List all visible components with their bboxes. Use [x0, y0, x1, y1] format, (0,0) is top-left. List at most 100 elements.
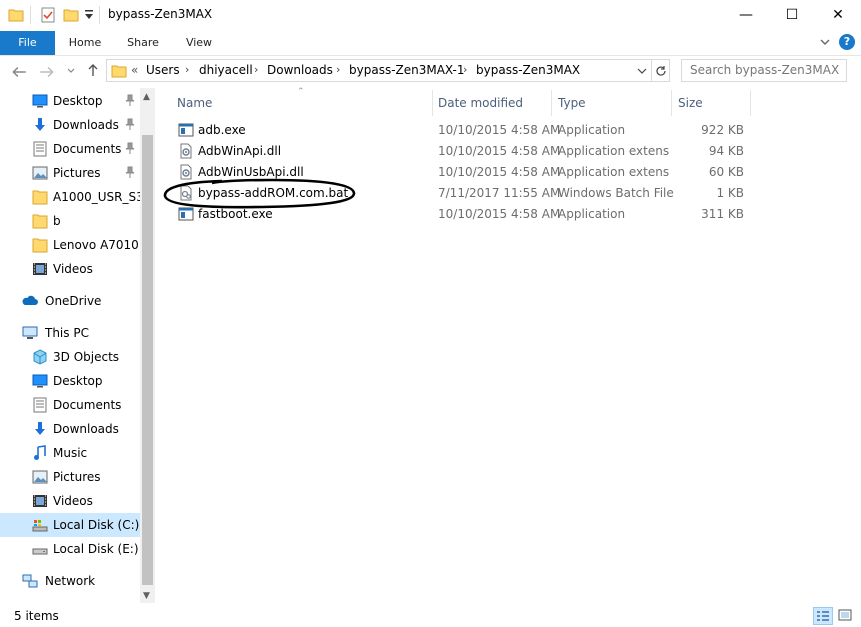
navigation-scrollbar[interactable]: ▲ ▼ — [140, 88, 155, 603]
sidebar-item-a1000-usr-s302[interactable]: A1000_USR_S302 — [0, 185, 140, 209]
sort-ascending-icon: ⌃ — [297, 87, 305, 97]
sidebar-item-desktop[interactable]: Desktop — [0, 369, 140, 393]
sidebar-item-videos[interactable]: Videos — [0, 489, 140, 513]
forward-arrow-icon[interactable] — [38, 63, 56, 81]
chevron-down-icon[interactable] — [819, 36, 831, 48]
sidebar-item-documents[interactable]: Documents — [0, 393, 140, 417]
file-date: 7/11/2017 11:55 AM — [438, 186, 561, 200]
item-count: 5 items — [14, 609, 59, 623]
breadcrumb-downloads[interactable]: Downloads — [267, 63, 333, 77]
tab-share[interactable]: Share — [120, 31, 166, 55]
properties-icon[interactable] — [40, 7, 56, 23]
column-divider[interactable] — [750, 90, 751, 116]
new-folder-icon[interactable] — [63, 7, 79, 23]
music-icon — [34, 445, 46, 460]
sidebar-item-onedrive[interactable]: OneDrive — [0, 289, 140, 313]
large-icons-view-button[interactable] — [836, 607, 856, 625]
file-name[interactable]: AdbWinUsbApi.dll — [198, 165, 304, 179]
breadcrumb-separator[interactable]: › — [463, 63, 467, 76]
file-name[interactable]: fastboot.exe — [198, 207, 273, 221]
sidebar-item-label: 3D Objects — [53, 350, 120, 364]
sidebar-item-local-disk-e[interactable]: Local Disk (E:) — [0, 537, 140, 561]
large-icons-view-icon — [838, 609, 852, 621]
up-arrow-icon[interactable] — [85, 62, 101, 78]
breadcrumb-separator[interactable]: › — [254, 63, 258, 76]
breadcrumb-separator[interactable]: › — [336, 63, 340, 76]
breadcrumb-overflow[interactable]: « — [131, 63, 138, 77]
table-row[interactable]: adb.exe 10/10/2015 4:58 AM Application 9… — [174, 120, 754, 141]
help-icon[interactable]: ? — [839, 34, 855, 50]
file-type: Application extens — [558, 165, 670, 179]
column-header-date[interactable]: Date modified — [438, 96, 523, 110]
table-row[interactable]: fastboot.exe 10/10/2015 4:58 AM Applicat… — [174, 204, 754, 225]
breadcrumb-bypass-zen3max[interactable]: bypass-Zen3MAX — [476, 63, 580, 77]
search-input[interactable]: Search bypass-Zen3MAX — [681, 59, 847, 82]
breadcrumb-dhiyacell[interactable]: dhiyacell — [199, 63, 253, 77]
refresh-button[interactable] — [652, 59, 670, 82]
close-button[interactable]: ✕ — [815, 0, 861, 30]
table-row[interactable]: AdbWinApi.dll 10/10/2015 4:58 AM Applica… — [174, 141, 754, 162]
sidebar-item-network[interactable]: Network — [0, 569, 140, 593]
column-divider[interactable] — [671, 90, 672, 116]
table-row[interactable]: AdbWinUsbApi.dll 10/10/2015 4:58 AM Appl… — [174, 162, 754, 183]
window-title: bypass-Zen3MAX — [108, 7, 213, 21]
sidebar-item-pictures[interactable]: Pictures — [0, 465, 140, 489]
recent-locations-icon[interactable] — [66, 66, 76, 76]
ribbon-tabs: File Home Share View ? — [0, 31, 861, 55]
column-divider[interactable] — [551, 90, 552, 116]
scrollbar-thumb[interactable] — [142, 135, 153, 585]
sidebar-item-downloads[interactable]: Downloads — [0, 113, 140, 137]
sidebar-item-label: Videos — [53, 262, 93, 276]
scroll-up-icon[interactable]: ▲ — [143, 92, 150, 102]
file-type: Application — [558, 123, 626, 137]
details-view-button[interactable] — [813, 607, 833, 625]
breadcrumb-bypass-zen3max-1[interactable]: bypass-Zen3MAX-1 — [349, 63, 465, 77]
this-pc-icon — [22, 326, 38, 339]
back-arrow-icon[interactable] — [10, 63, 28, 81]
file-type: Windows Batch File — [558, 186, 674, 200]
column-header-type[interactable]: Type — [558, 96, 586, 110]
sidebar-item-3d-objects[interactable]: 3D Objects — [0, 345, 140, 369]
sidebar-item-documents[interactable]: Documents — [0, 137, 140, 161]
tab-file[interactable]: File — [0, 31, 55, 55]
file-name[interactable]: adb.exe — [198, 123, 246, 137]
breadcrumb-separator[interactable]: › — [185, 63, 189, 76]
sidebar-item-label: Documents — [53, 142, 122, 156]
sidebar-item-label: Network — [45, 574, 96, 588]
sidebar-item-videos[interactable]: Videos — [0, 257, 140, 281]
breadcrumb-users[interactable]: Users — [146, 63, 180, 77]
sidebar-item-this-pc[interactable]: This PC — [0, 321, 140, 345]
documents-icon — [33, 397, 47, 413]
pictures-icon — [32, 470, 48, 484]
file-size: 311 KB — [701, 207, 744, 221]
exe-icon — [178, 207, 194, 221]
sidebar-item-label: Desktop — [53, 374, 103, 388]
sidebar-item-music[interactable]: Music — [0, 441, 140, 465]
local-disk-c-icon — [32, 520, 48, 532]
pin-icon[interactable] — [125, 142, 135, 154]
maximize-button[interactable]: ☐ — [769, 0, 815, 30]
file-name[interactable]: AdbWinApi.dll — [198, 144, 281, 158]
tab-home[interactable]: Home — [62, 31, 108, 55]
sidebar-item-pictures[interactable]: Pictures — [0, 161, 140, 185]
pin-icon[interactable] — [125, 94, 135, 106]
3d-objects-icon — [33, 349, 47, 365]
sidebar-item-local-disk-c[interactable]: Local Disk (C:) — [0, 513, 140, 537]
customize-toolbar-icon[interactable] — [84, 9, 94, 21]
scroll-down-icon[interactable]: ▼ — [143, 591, 150, 601]
pin-icon[interactable] — [125, 118, 135, 130]
file-name[interactable]: bypass-addROM.com.bat — [198, 186, 348, 200]
sidebar-item-b[interactable]: b — [0, 209, 140, 233]
sidebar-item-lenovo-a7010[interactable]: Lenovo A7010 Sc — [0, 233, 140, 257]
sidebar-item-downloads[interactable]: Downloads — [0, 417, 140, 441]
tab-view[interactable]: View — [176, 31, 222, 55]
address-bar[interactable]: « Users › dhiyacell › Downloads › bypass… — [106, 59, 652, 82]
column-divider[interactable] — [432, 90, 433, 116]
chevron-down-icon[interactable] — [637, 66, 647, 76]
sidebar-item-desktop[interactable]: Desktop — [0, 89, 140, 113]
table-row[interactable]: bypass-addROM.com.bat 7/11/2017 11:55 AM… — [174, 183, 754, 204]
pin-icon[interactable] — [125, 166, 135, 178]
minimize-button[interactable]: — — [723, 0, 769, 30]
column-header-size[interactable]: Size — [678, 96, 703, 110]
column-header-name[interactable]: Name — [177, 96, 212, 110]
